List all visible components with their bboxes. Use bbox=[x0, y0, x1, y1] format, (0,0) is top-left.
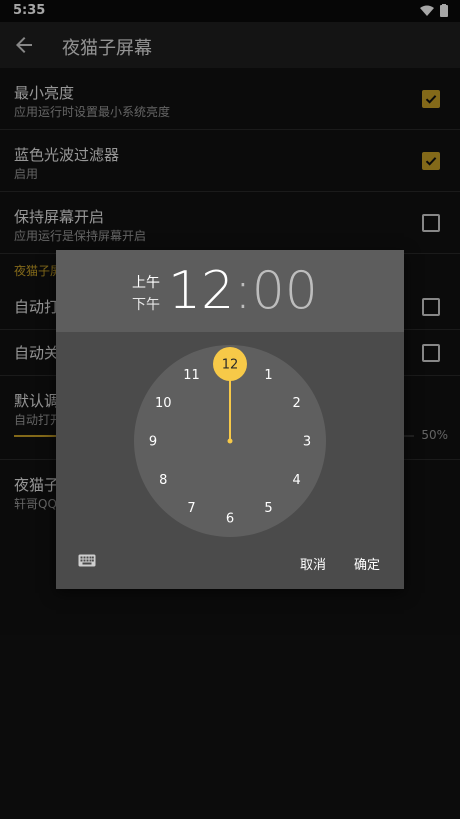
clock-number-3[interactable]: 3 bbox=[303, 435, 311, 450]
clock-number-8[interactable]: 8 bbox=[159, 473, 167, 488]
clock-center-dot bbox=[227, 438, 233, 444]
pm-option[interactable]: 下午 bbox=[132, 294, 160, 316]
clock-dial[interactable]: 121234567891011 bbox=[134, 345, 326, 537]
am-pm-selector: 上午 下午 bbox=[132, 272, 160, 316]
clock-face[interactable]: 12 1 2 3 4 5 6 7 8 9 10 11 bbox=[134, 345, 326, 537]
hour-display[interactable]: 12 bbox=[168, 261, 234, 321]
clock-number-5[interactable]: 5 bbox=[264, 501, 272, 516]
dialog-footer: 取消 确定 bbox=[56, 540, 404, 589]
clock-number-11[interactable]: 11 bbox=[183, 368, 200, 383]
clock-number-12[interactable]: 12 bbox=[222, 358, 239, 373]
clock-number-4[interactable]: 4 bbox=[293, 473, 301, 488]
clock-number-9[interactable]: 9 bbox=[149, 435, 157, 450]
clock-number-1[interactable]: 1 bbox=[264, 368, 272, 383]
clock-number-6[interactable]: 6 bbox=[226, 512, 234, 527]
cancel-button[interactable]: 取消 bbox=[300, 554, 326, 573]
clock-number-10[interactable]: 10 bbox=[155, 396, 172, 411]
time-separator: : bbox=[234, 261, 252, 321]
am-option[interactable]: 上午 bbox=[132, 272, 160, 294]
clock-number-2[interactable]: 2 bbox=[293, 396, 301, 411]
time-display: 12:00 bbox=[168, 258, 318, 324]
minute-display[interactable]: 00 bbox=[252, 261, 318, 321]
clock-number-7[interactable]: 7 bbox=[187, 501, 195, 516]
keyboard-icon[interactable] bbox=[78, 554, 96, 567]
time-picker-dialog: 上午 下午 12:00 12 1 2 3 4 5 6 7 8 9 10 11 取消 确定 bbox=[56, 250, 404, 589]
time-picker-header: 上午 下午 12:00 bbox=[56, 250, 404, 332]
ok-button[interactable]: 确定 bbox=[354, 554, 380, 573]
